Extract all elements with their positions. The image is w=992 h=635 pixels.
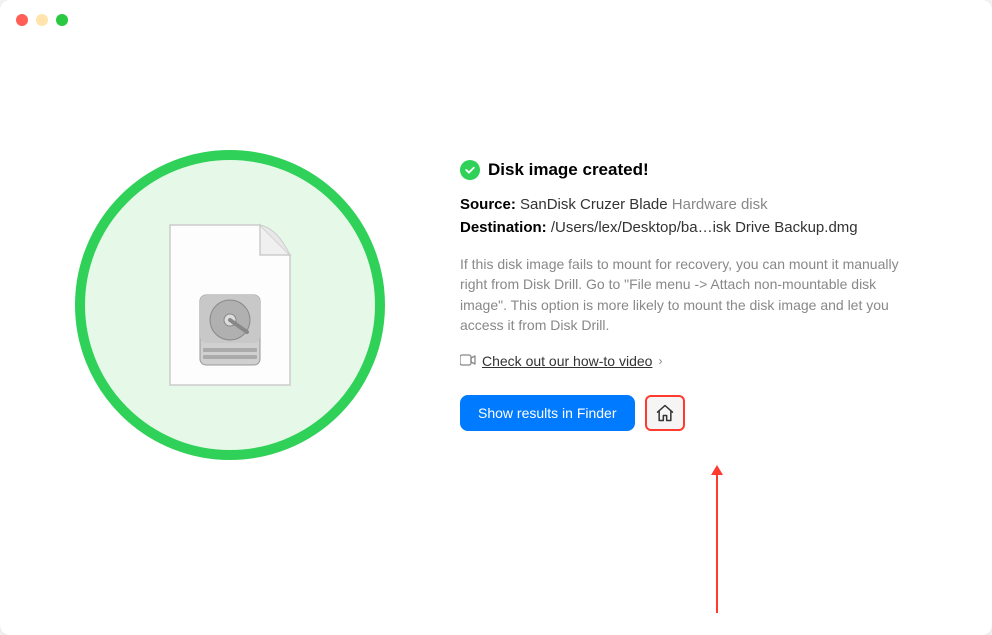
close-window-button[interactable] <box>16 14 28 26</box>
app-window: Disk image created! Source: SanDisk Cruz… <box>0 0 992 635</box>
maximize-window-button[interactable] <box>56 14 68 26</box>
home-icon <box>655 403 675 423</box>
success-circle <box>75 150 385 460</box>
titlebar <box>0 0 992 40</box>
success-check-icon <box>460 160 480 180</box>
traffic-lights <box>16 14 68 26</box>
video-camera-icon <box>460 353 476 369</box>
details-column: Disk image created! Source: SanDisk Cruz… <box>460 130 952 460</box>
heading-text: Disk image created! <box>488 160 649 180</box>
button-row: Show results in Finder <box>460 395 912 431</box>
howto-video-link[interactable]: Check out our how-to video › <box>460 353 662 369</box>
source-value: SanDisk Cruzer Blade <box>520 196 668 213</box>
content-area: Disk image created! Source: SanDisk Cruz… <box>0 40 992 460</box>
home-button[interactable] <box>645 395 685 431</box>
illustration-column <box>40 130 420 460</box>
source-label: Source: <box>460 196 516 213</box>
source-row: Source: SanDisk Cruzer Blade Hardware di… <box>460 196 912 213</box>
destination-row: Destination: /Users/lex/Desktop/ba…isk D… <box>460 219 912 236</box>
source-suffix: Hardware disk <box>672 196 768 213</box>
disk-image-file-icon <box>165 220 295 390</box>
chevron-right-icon: › <box>658 354 662 368</box>
destination-label: Destination: <box>460 219 547 236</box>
minimize-window-button[interactable] <box>36 14 48 26</box>
show-results-button[interactable]: Show results in Finder <box>460 395 635 431</box>
video-link-text: Check out our how-to video <box>482 353 652 369</box>
destination-value: /Users/lex/Desktop/ba…isk Drive Backup.d… <box>551 219 858 236</box>
description-text: If this disk image fails to mount for re… <box>460 254 912 335</box>
heading-row: Disk image created! <box>460 160 912 180</box>
annotation-arrow <box>716 473 718 613</box>
